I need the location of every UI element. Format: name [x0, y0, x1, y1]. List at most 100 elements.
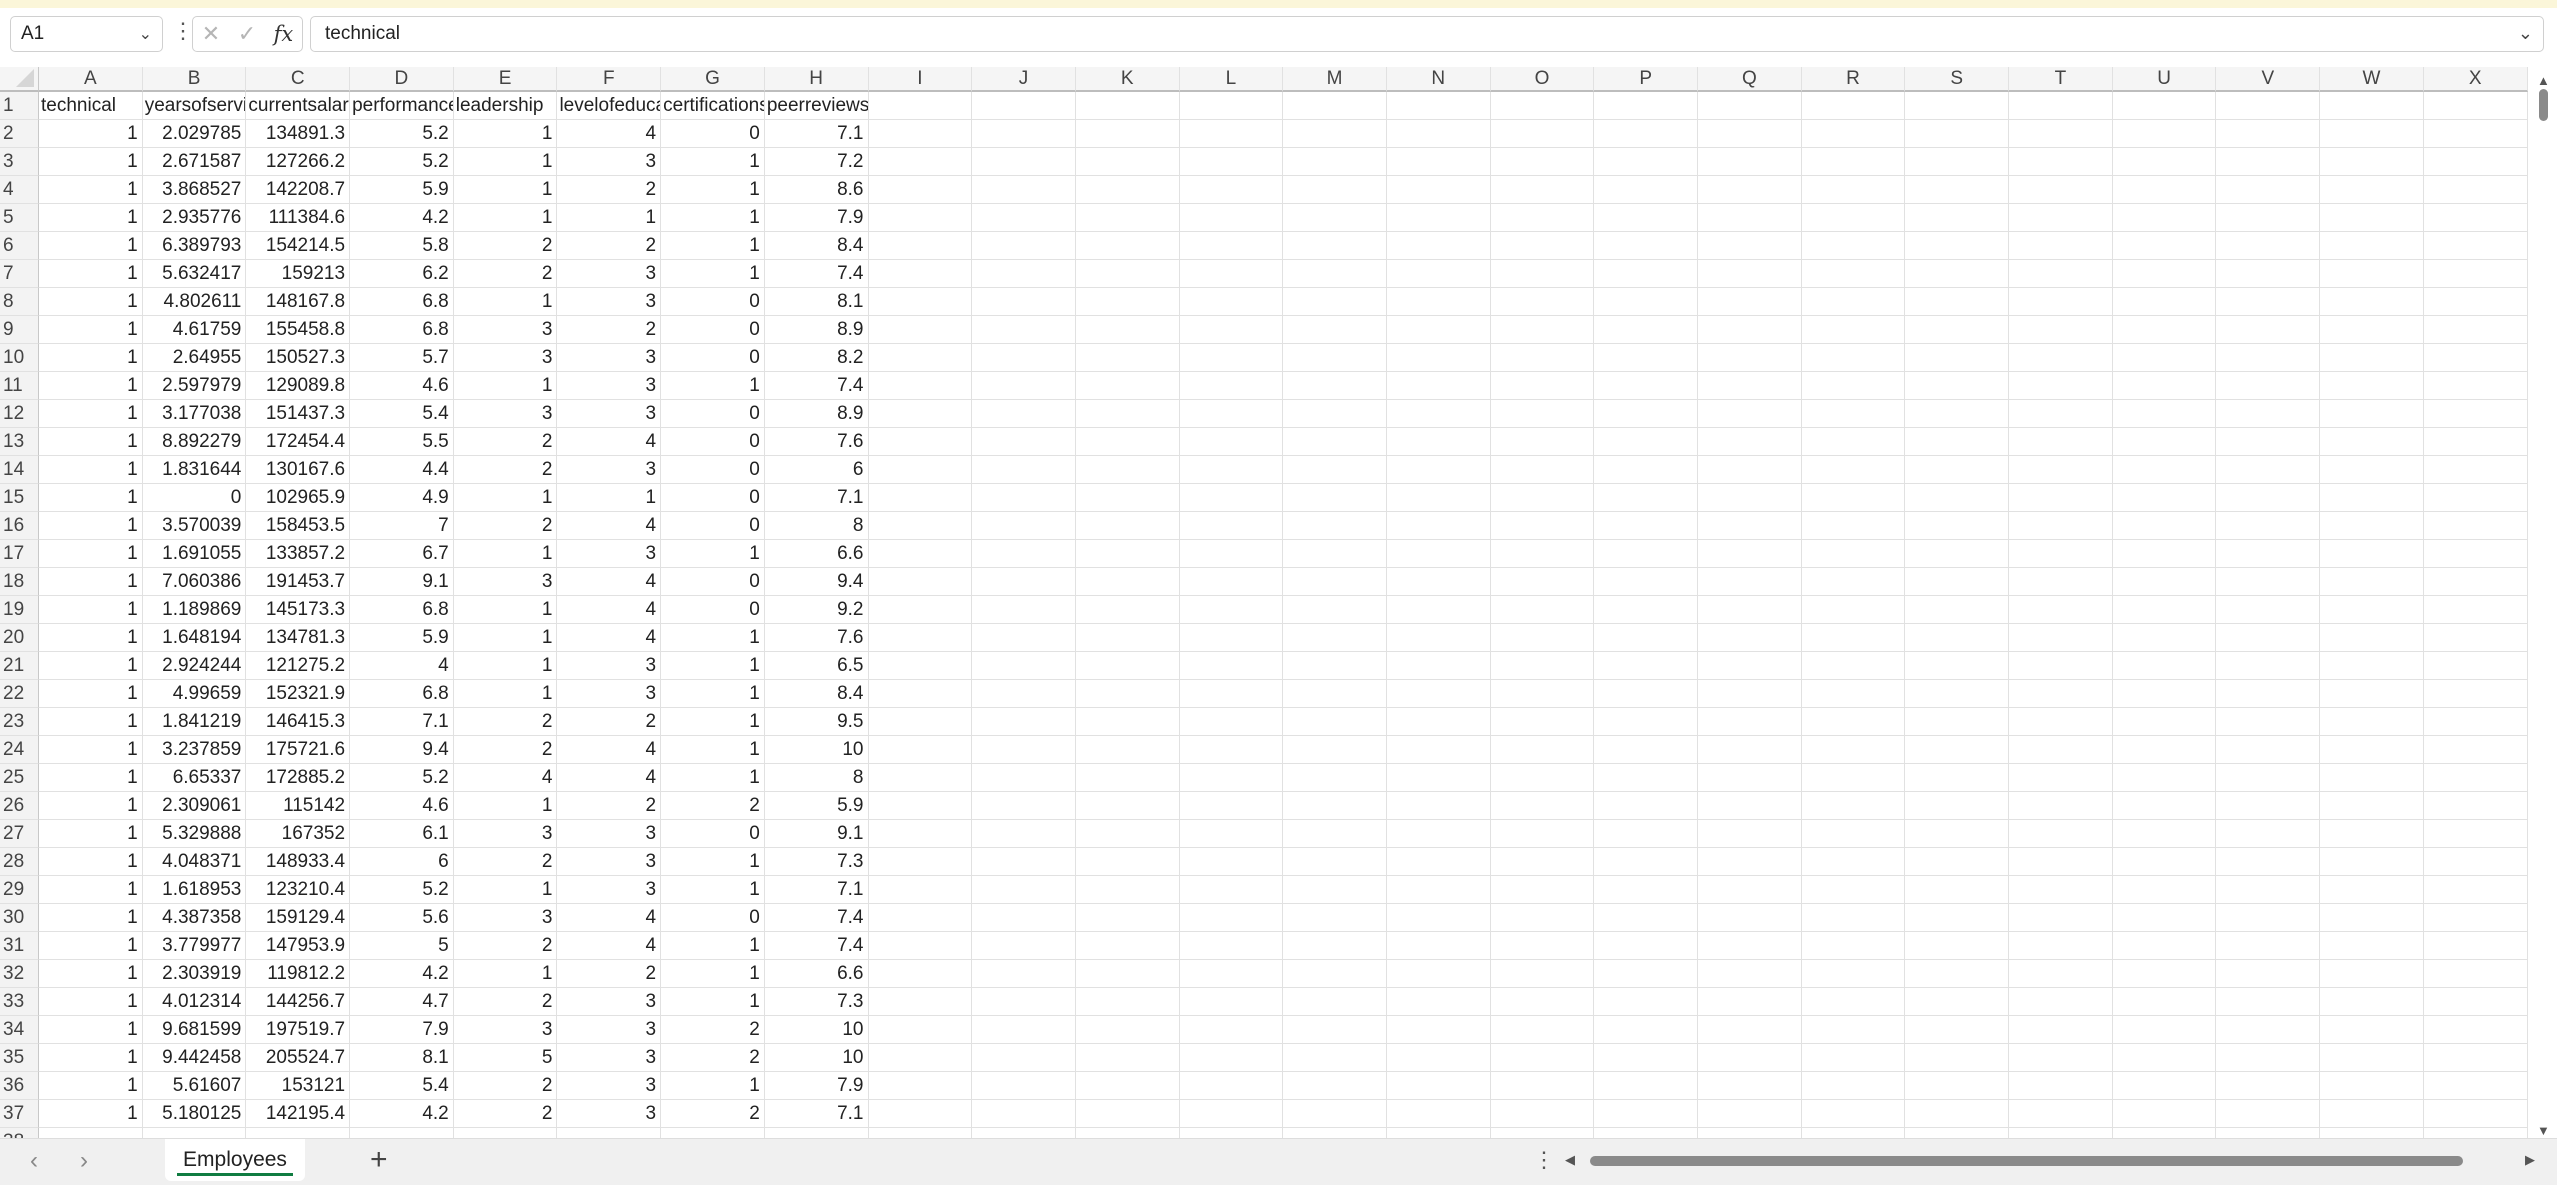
- cell-N28[interactable]: [1386, 848, 1491, 876]
- cell-B28[interactable]: 4.048371: [142, 848, 247, 876]
- cell-N5[interactable]: [1386, 204, 1491, 232]
- cell-X2[interactable]: [2423, 120, 2528, 148]
- cell-X13[interactable]: [2423, 428, 2528, 456]
- cell-Q30[interactable]: [1698, 904, 1802, 932]
- cell-E33[interactable]: 2: [453, 988, 558, 1016]
- cell-T29[interactable]: [2009, 876, 2113, 904]
- cell-J4[interactable]: [972, 176, 1076, 204]
- cell-H24[interactable]: 10: [764, 736, 869, 764]
- cell-Q7[interactable]: [1698, 260, 1802, 288]
- cell-W11[interactable]: [2320, 372, 2424, 400]
- cell-P20[interactable]: [1594, 624, 1698, 652]
- cell-V31[interactable]: [2216, 932, 2321, 960]
- cell-K28[interactable]: [1075, 848, 1180, 876]
- cell-L38[interactable]: [1180, 1128, 1284, 1138]
- row-header-2[interactable]: 2: [0, 120, 39, 148]
- cell-T26[interactable]: [2009, 792, 2113, 820]
- cell-J7[interactable]: [972, 260, 1076, 288]
- cell-B36[interactable]: 5.61607: [142, 1072, 247, 1100]
- cell-N33[interactable]: [1386, 988, 1491, 1016]
- cell-D12[interactable]: 5.4: [350, 400, 454, 428]
- cell-B23[interactable]: 1.841219: [142, 708, 247, 736]
- cell-V21[interactable]: [2216, 652, 2321, 680]
- cell-X24[interactable]: [2423, 736, 2528, 764]
- cell-V15[interactable]: [2216, 484, 2321, 512]
- cell-V2[interactable]: [2216, 120, 2321, 148]
- cell-M27[interactable]: [1283, 820, 1387, 848]
- cell-F1[interactable]: levelofeducation: [557, 92, 662, 120]
- cell-W7[interactable]: [2320, 260, 2424, 288]
- cell-B18[interactable]: 7.060386: [142, 568, 247, 596]
- cell-N17[interactable]: [1386, 540, 1491, 568]
- cell-X5[interactable]: [2423, 204, 2528, 232]
- cell-U3[interactable]: [2112, 148, 2217, 176]
- cell-I18[interactable]: [868, 568, 973, 596]
- cell-L24[interactable]: [1179, 736, 1284, 764]
- cell-N4[interactable]: [1386, 176, 1491, 204]
- cell-L17[interactable]: [1179, 540, 1284, 568]
- cell-T32[interactable]: [2009, 960, 2113, 988]
- cell-I36[interactable]: [868, 1072, 973, 1100]
- cell-G29[interactable]: 1: [661, 876, 765, 904]
- cell-G27[interactable]: 0: [661, 820, 765, 848]
- cell-P31[interactable]: [1594, 932, 1698, 960]
- cell-O37[interactable]: [1490, 1100, 1595, 1128]
- cell-J13[interactable]: [972, 428, 1076, 456]
- cell-F15[interactable]: 1: [557, 484, 662, 512]
- cell-K24[interactable]: [1075, 736, 1180, 764]
- cell-I23[interactable]: [868, 708, 973, 736]
- cell-I5[interactable]: [868, 204, 973, 232]
- name-box[interactable]: A1 ⌄: [10, 16, 163, 52]
- cell-D33[interactable]: 4.7: [350, 988, 454, 1016]
- row-header-15[interactable]: 15: [0, 484, 39, 512]
- cell-K33[interactable]: [1075, 988, 1180, 1016]
- cell-R21[interactable]: [1801, 652, 1906, 680]
- row-header-35[interactable]: 35: [0, 1044, 39, 1072]
- cell-E16[interactable]: 2: [453, 512, 558, 540]
- cell-Q35[interactable]: [1698, 1044, 1802, 1072]
- cell-C1[interactable]: currentsalary: [246, 92, 351, 120]
- cell-R33[interactable]: [1801, 988, 1906, 1016]
- cell-X34[interactable]: [2423, 1016, 2528, 1044]
- cell-D30[interactable]: 5.6: [350, 904, 454, 932]
- cell-K34[interactable]: [1075, 1016, 1180, 1044]
- cell-C33[interactable]: 144256.7: [246, 988, 351, 1016]
- cell-O3[interactable]: [1490, 148, 1595, 176]
- column-header-W[interactable]: W: [2320, 67, 2424, 92]
- cell-R19[interactable]: [1801, 596, 1906, 624]
- cell-J14[interactable]: [972, 456, 1076, 484]
- cell-T31[interactable]: [2009, 932, 2113, 960]
- cell-R23[interactable]: [1801, 708, 1906, 736]
- cell-H11[interactable]: 7.4: [764, 372, 869, 400]
- cell-S13[interactable]: [1905, 428, 2010, 456]
- cell-D36[interactable]: 5.4: [350, 1072, 454, 1100]
- cell-J23[interactable]: [972, 708, 1076, 736]
- cell-C38[interactable]: [246, 1128, 351, 1138]
- cell-U36[interactable]: [2112, 1072, 2217, 1100]
- cell-A18[interactable]: 1: [39, 568, 143, 596]
- cell-N21[interactable]: [1386, 652, 1491, 680]
- cell-S19[interactable]: [1905, 596, 2010, 624]
- cell-M33[interactable]: [1283, 988, 1387, 1016]
- cell-U8[interactable]: [2112, 288, 2217, 316]
- cell-K19[interactable]: [1075, 596, 1180, 624]
- cell-E34[interactable]: 3: [453, 1016, 558, 1044]
- cell-M2[interactable]: [1283, 120, 1387, 148]
- cell-E1[interactable]: leadership: [453, 92, 558, 120]
- column-header-M[interactable]: M: [1283, 67, 1387, 92]
- cell-F38[interactable]: [557, 1128, 662, 1138]
- cell-T6[interactable]: [2009, 232, 2113, 260]
- row-header-16[interactable]: 16: [0, 512, 39, 540]
- cell-X10[interactable]: [2423, 344, 2528, 372]
- cell-M7[interactable]: [1283, 260, 1387, 288]
- column-header-A[interactable]: A: [39, 67, 143, 92]
- cell-W14[interactable]: [2320, 456, 2424, 484]
- cell-A13[interactable]: 1: [39, 428, 143, 456]
- cell-S37[interactable]: [1905, 1100, 2010, 1128]
- cell-J26[interactable]: [972, 792, 1076, 820]
- cell-T8[interactable]: [2009, 288, 2113, 316]
- cell-L36[interactable]: [1179, 1072, 1284, 1100]
- cell-E11[interactable]: 1: [453, 372, 558, 400]
- cell-U34[interactable]: [2112, 1016, 2217, 1044]
- cell-P13[interactable]: [1594, 428, 1698, 456]
